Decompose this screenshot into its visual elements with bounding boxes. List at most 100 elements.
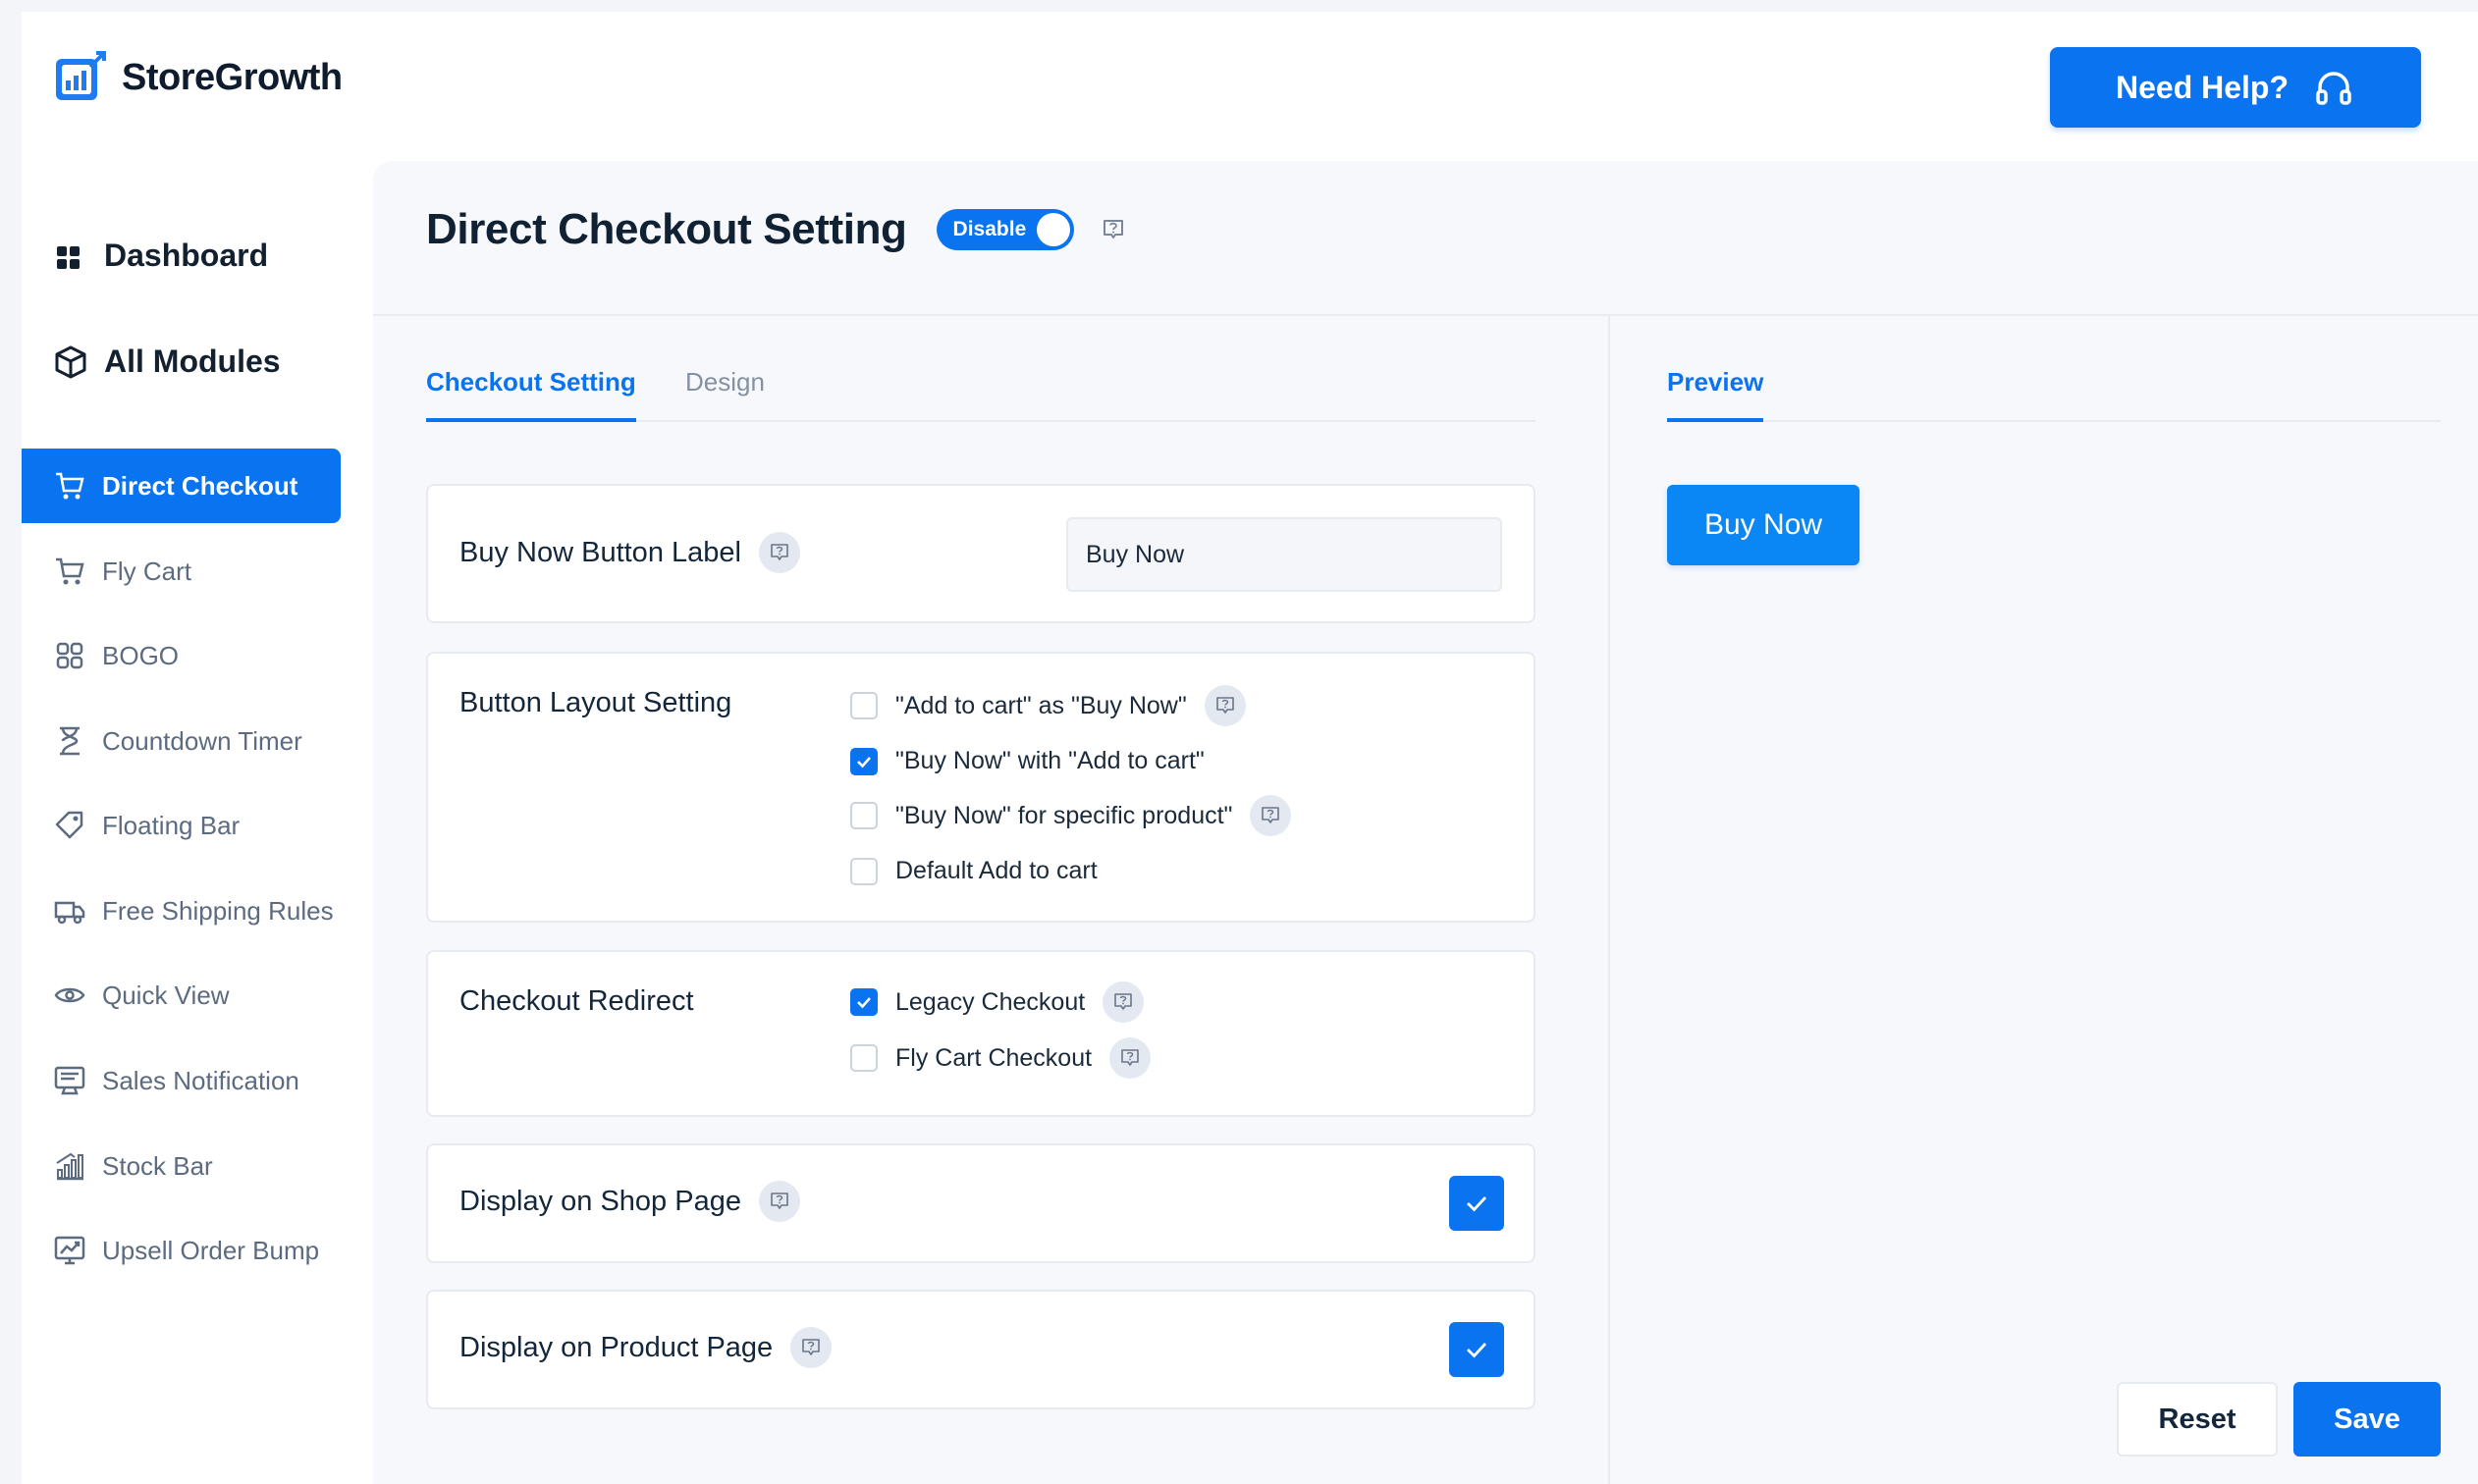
layout-option[interactable]: "Buy Now" with "Add to cart" xyxy=(850,747,1205,775)
sidebar-item-floating-bar[interactable]: Floating Bar xyxy=(22,788,341,863)
reset-button[interactable]: Reset xyxy=(2117,1382,2278,1457)
checkbox[interactable] xyxy=(850,802,878,829)
main-panel: Direct Checkout Setting Disable Checkout… xyxy=(373,161,2478,1484)
checkbox-checked[interactable] xyxy=(850,747,878,775)
help-icon[interactable] xyxy=(758,1181,800,1222)
cube-icon xyxy=(55,345,86,378)
headphones-icon xyxy=(2316,72,2351,105)
tab-design[interactable]: Design xyxy=(685,367,765,417)
redirect-option[interactable]: Legacy Checkout xyxy=(850,981,1145,1023)
buy-now-label-input[interactable]: Buy Now xyxy=(1066,517,1502,592)
info-icon[interactable] xyxy=(1100,216,1127,243)
check-icon xyxy=(857,756,871,768)
truck-icon xyxy=(54,901,85,925)
option-label: "Buy Now" with "Add to cart" xyxy=(895,747,1205,774)
sidebar-item-quick-view[interactable]: Quick View xyxy=(22,958,341,1033)
sidebar-item-label: BOGO xyxy=(102,640,180,670)
trend-icon xyxy=(54,1236,85,1265)
sidebar-item-label: Stock Bar xyxy=(102,1150,213,1181)
logo-icon xyxy=(56,51,106,100)
buy-now-label-title: Buy Now Button Label xyxy=(459,536,741,568)
layout-option[interactable]: Default Add to cart xyxy=(850,857,1098,885)
product-page-title: Display on Product Page xyxy=(459,1331,774,1363)
layout-option[interactable]: "Add to cart" as "Buy Now" xyxy=(850,685,1246,726)
sidebar-item-label: Fly Cart xyxy=(102,556,191,586)
need-help-button[interactable]: Need Help? xyxy=(2050,47,2421,128)
sidebar-item-countdown-timer[interactable]: Countdown Timer xyxy=(22,704,341,778)
buy-now-label-title-row: Buy Now Button Label xyxy=(459,532,800,573)
option-label: Legacy Checkout xyxy=(895,987,1086,1016)
preview-tabs: Preview xyxy=(1667,367,2441,422)
card-buy-now-label: Buy Now Button Label Buy Now xyxy=(426,484,1535,623)
sidebar-item-free-shipping-rules[interactable]: Free Shipping Rules xyxy=(22,874,341,948)
save-button[interactable]: Save xyxy=(2293,1382,2441,1457)
option-label: Fly Cart Checkout xyxy=(895,1043,1093,1072)
bar-chart-icon xyxy=(56,1152,83,1181)
sidebar-dashboard[interactable]: Dashboard xyxy=(53,238,268,274)
tag-icon xyxy=(55,811,83,839)
shop-page-checkbox[interactable] xyxy=(1449,1176,1504,1231)
sidebar-item-direct-checkout[interactable]: Direct Checkout xyxy=(22,449,341,523)
grid-icon xyxy=(56,642,83,669)
shop-page-title-row: Display on Shop Page xyxy=(459,1181,800,1222)
dashboard-icon xyxy=(57,245,80,269)
option-label: "Buy Now" for specific product" xyxy=(895,801,1233,829)
card-product-page: Display on Product Page xyxy=(426,1290,1535,1409)
sidebar-item-fly-cart[interactable]: Fly Cart xyxy=(22,534,341,609)
layout-option[interactable]: "Buy Now" for specific product" xyxy=(850,795,1292,836)
checkbox-checked[interactable] xyxy=(850,988,878,1016)
sidebar-item-label: Countdown Timer xyxy=(102,725,302,756)
toggle-label: Disable xyxy=(952,218,1027,240)
tab-checkout-setting[interactable]: Checkout Setting xyxy=(426,367,636,422)
redirect-option[interactable]: Fly Cart Checkout xyxy=(850,1037,1152,1079)
checkbox[interactable] xyxy=(850,857,878,885)
shop-page-title: Display on Shop Page xyxy=(459,1185,741,1217)
hourglass-icon xyxy=(60,726,80,756)
check-icon xyxy=(1467,1196,1487,1212)
help-icon[interactable] xyxy=(790,1327,833,1368)
eye-icon xyxy=(54,987,85,1003)
cart-icon xyxy=(56,472,84,500)
checkbox[interactable] xyxy=(850,1044,878,1072)
sidebar-all-modules[interactable]: All Modules xyxy=(53,344,281,380)
header-divider xyxy=(373,314,2478,316)
brand-name: StoreGrowth xyxy=(122,56,343,98)
brand-logo[interactable]: StoreGrowth xyxy=(53,51,343,104)
sidebar-item-label: Quick View xyxy=(102,980,230,1010)
card-shop-page: Display on Shop Page xyxy=(426,1143,1535,1263)
sidebar-item-label: Sales Notification xyxy=(102,1065,299,1095)
card-checkout-redirect: Checkout Redirect Legacy Checkout Fly Ca… xyxy=(426,950,1535,1117)
settings-tabs: Checkout Setting Design xyxy=(426,367,1535,422)
notification-icon xyxy=(54,1066,85,1095)
button-layout-title: Button Layout Setting xyxy=(459,687,732,718)
dashboard-label: Dashboard xyxy=(104,238,269,273)
sidebar-item-sales-notification[interactable]: Sales Notification xyxy=(22,1043,341,1118)
module-toggle[interactable]: Disable xyxy=(936,209,1074,250)
option-label: Default Add to cart xyxy=(895,857,1098,884)
preview-buy-now-button[interactable]: Buy Now xyxy=(1667,485,1859,565)
toggle-knob xyxy=(1036,213,1070,246)
product-page-checkbox[interactable] xyxy=(1449,1322,1504,1377)
check-icon xyxy=(857,997,871,1009)
option-label: "Add to cart" as "Buy Now" xyxy=(895,691,1187,719)
sidebar-item-label: Upsell Order Bump xyxy=(102,1235,320,1265)
title-row: Direct Checkout Setting Disable xyxy=(426,205,1127,254)
cart-icon xyxy=(56,557,84,585)
need-help-label: Need Help? xyxy=(2115,69,2289,105)
sidebar-item-label: Direct Checkout xyxy=(102,470,298,501)
preview-divider xyxy=(1608,314,1610,1484)
help-icon[interactable] xyxy=(1204,685,1246,726)
product-page-title-row: Display on Product Page xyxy=(459,1327,833,1368)
help-icon[interactable] xyxy=(1103,981,1145,1023)
help-icon[interactable] xyxy=(758,532,800,573)
help-icon[interactable] xyxy=(1250,795,1292,836)
all-modules-label: All Modules xyxy=(104,344,281,379)
checkbox[interactable] xyxy=(850,692,878,719)
page-title: Direct Checkout Setting xyxy=(426,205,907,253)
sidebar-item-upsell-order-bump[interactable]: Upsell Order Bump xyxy=(22,1213,341,1288)
checkout-redirect-title: Checkout Redirect xyxy=(459,985,694,1017)
sidebar-item-bogo[interactable]: BOGO xyxy=(22,618,341,693)
help-icon[interactable] xyxy=(1109,1037,1152,1079)
tab-preview[interactable]: Preview xyxy=(1667,367,1764,422)
sidebar-item-stock-bar[interactable]: Stock Bar xyxy=(22,1129,341,1203)
